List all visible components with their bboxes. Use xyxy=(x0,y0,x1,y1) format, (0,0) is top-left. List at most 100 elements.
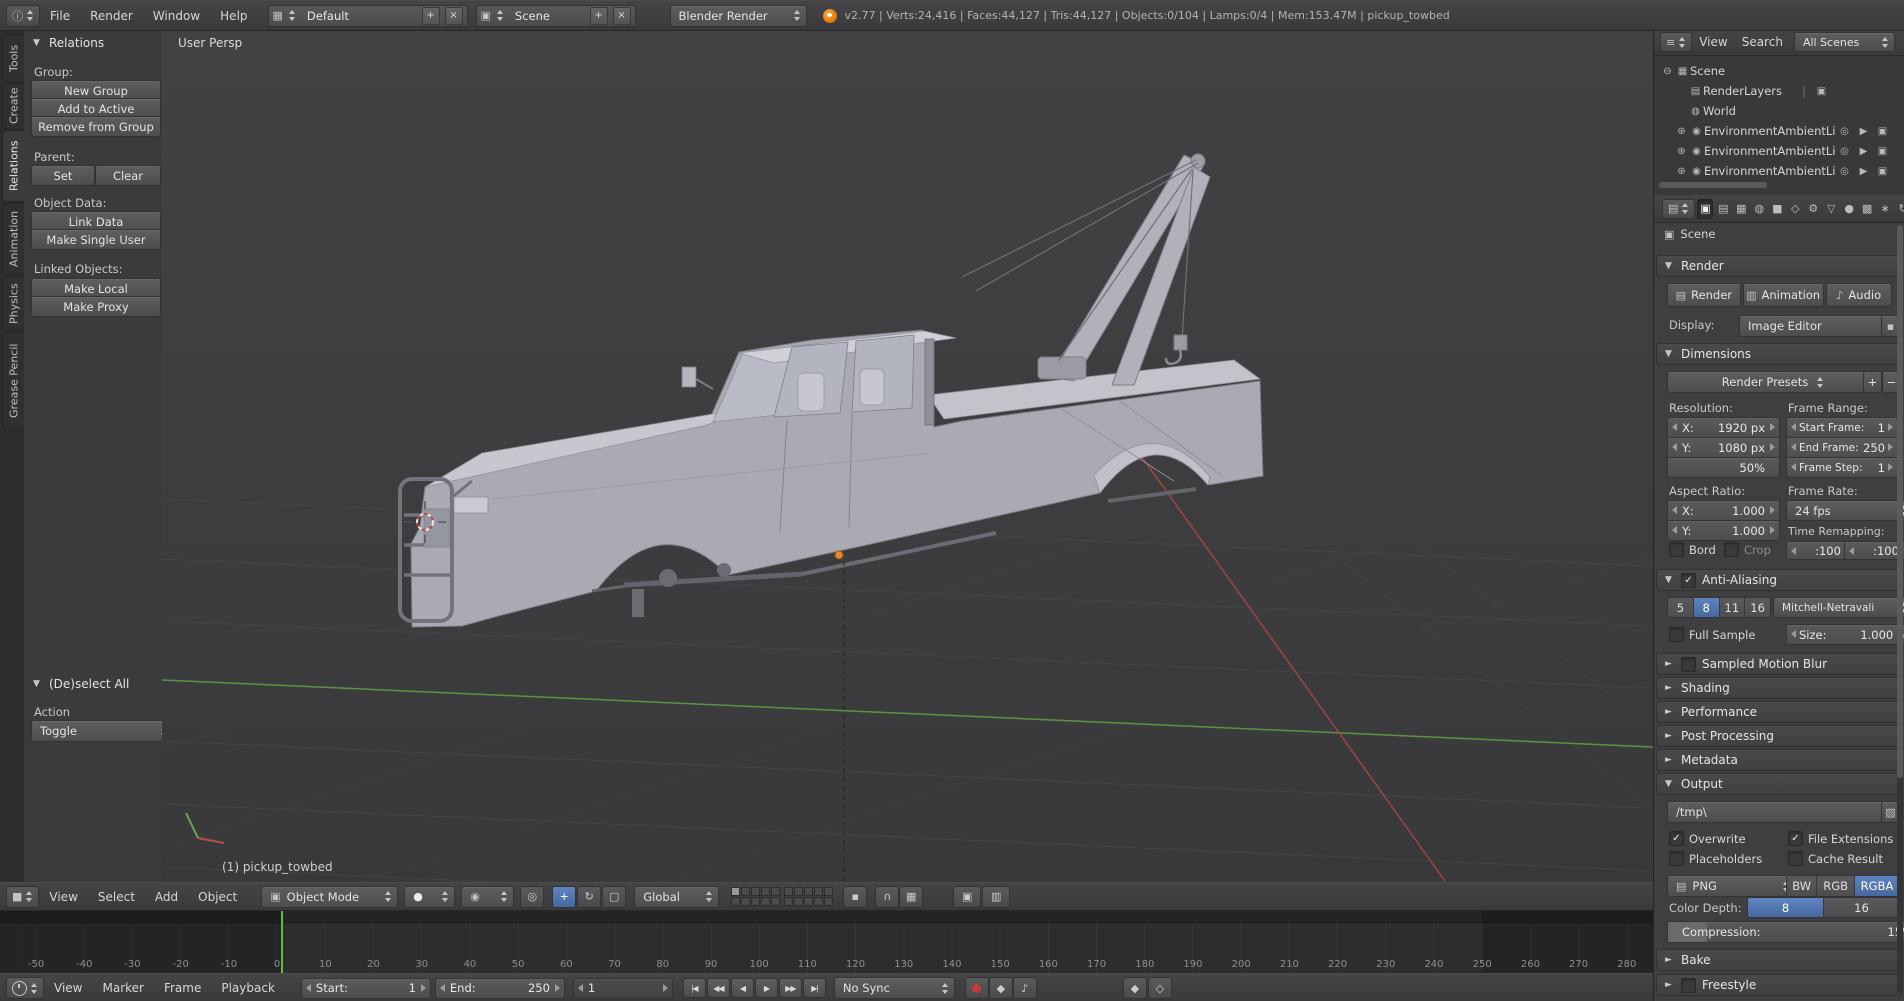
dimensions-panel-header[interactable]: ▼ Dimensions xyxy=(1656,343,1902,365)
aa-size-field[interactable]: Size: 1.000 px xyxy=(1786,624,1904,645)
outliner-row-environment-light[interactable]: ⊕ ◉ EnvironmentAmbientLi ◎ ▶ ▣ xyxy=(1654,142,1904,160)
output-panel-header[interactable]: ▼ Output xyxy=(1656,773,1902,795)
timeline-ruler[interactable]: -50-40-30-20-100102030405060708090100110… xyxy=(0,909,1653,973)
scene-selector[interactable]: ▣ Scene + × xyxy=(476,5,636,27)
freestyle-checkbox[interactable] xyxy=(1681,978,1696,993)
stepper-right-icon[interactable] xyxy=(555,984,560,992)
render-panel-header[interactable]: ▼ Render xyxy=(1656,255,1902,277)
menu-playback[interactable]: Playback xyxy=(211,981,285,995)
stepper-left-icon[interactable] xyxy=(1791,423,1796,431)
current-frame-playhead[interactable] xyxy=(281,909,283,973)
stepper-right-icon[interactable] xyxy=(1888,463,1893,471)
make-single-user-button[interactable]: Make Single User xyxy=(31,229,161,250)
layers-widget[interactable] xyxy=(731,887,833,906)
insert-keyframe-button[interactable]: ◆ xyxy=(1123,977,1147,999)
outliner-filter-dropdown[interactable]: All Scenes xyxy=(1794,32,1895,52)
layer-cell[interactable] xyxy=(794,887,803,896)
layer-cell[interactable] xyxy=(794,897,803,906)
menu-marker[interactable]: Marker xyxy=(92,981,153,995)
render-button[interactable]: ▤ Render xyxy=(1667,283,1741,307)
screen-layout-selector[interactable]: ▦ Default + × xyxy=(268,5,468,27)
layer-cell[interactable] xyxy=(761,887,770,896)
add-scene-button[interactable]: + xyxy=(590,7,608,25)
menu-window[interactable]: Window xyxy=(143,9,210,23)
menu-view[interactable]: View xyxy=(39,890,87,904)
render-audio-button[interactable]: ♪ Audio xyxy=(1826,283,1893,307)
layer-cell[interactable] xyxy=(784,897,793,906)
stepper-right-icon[interactable] xyxy=(1770,423,1775,431)
layer-cell[interactable] xyxy=(824,887,833,896)
tab-material[interactable]: ● xyxy=(1841,199,1857,219)
file-format-dropdown[interactable]: ▤ PNG xyxy=(1667,875,1796,897)
tab-create[interactable]: Create xyxy=(2,83,26,129)
tow-truck-model[interactable] xyxy=(400,154,1263,627)
playback-button[interactable]: ▶ xyxy=(755,978,778,998)
manipulator-scale-button[interactable]: ▢ xyxy=(602,886,626,908)
stepper-left-icon[interactable] xyxy=(440,984,445,992)
sync-audio-button[interactable]: ♪ xyxy=(1013,977,1037,999)
eye-icon[interactable]: ◎ xyxy=(1837,126,1852,137)
layer-cell[interactable] xyxy=(741,897,750,906)
selectable-icon[interactable]: ▶ xyxy=(1856,146,1871,157)
action-dropdown[interactable]: Toggle xyxy=(31,720,174,742)
stepper-left-icon[interactable] xyxy=(1672,443,1677,451)
antialiasing-checkbox[interactable]: ✓ xyxy=(1681,573,1696,588)
stepper-left-icon[interactable] xyxy=(1672,423,1677,431)
aa-samples-5[interactable]: 5 xyxy=(1668,598,1693,617)
playback-button[interactable]: |◀ xyxy=(683,978,706,998)
full-sample-checkbox[interactable]: Full Sample xyxy=(1669,627,1755,642)
menu-render[interactable]: Render xyxy=(80,9,143,23)
menu-object[interactable]: Object xyxy=(188,890,247,904)
stepper-left-icon[interactable] xyxy=(306,984,311,992)
frame-end-field[interactable]: End: 250 xyxy=(435,978,565,999)
tab-animation[interactable]: Animation xyxy=(2,203,26,275)
menu-view[interactable]: View xyxy=(1692,35,1734,49)
render-toggle-icon[interactable]: ▣ xyxy=(1875,126,1890,137)
compression-slider[interactable]: Compression: 15% xyxy=(1667,921,1904,943)
resolution-x-field[interactable]: X: 1920 px xyxy=(1667,417,1780,438)
add-layout-button[interactable]: + xyxy=(422,7,440,25)
tab-render[interactable]: ▣ xyxy=(1697,199,1713,219)
expand-icon[interactable]: ⊕ xyxy=(1674,166,1689,177)
menu-add[interactable]: Add xyxy=(145,890,188,904)
layer-cell[interactable] xyxy=(771,897,780,906)
tab-grease-pencil[interactable]: Grease Pencil xyxy=(2,332,26,429)
tab-particles[interactable]: ∗ xyxy=(1877,199,1893,219)
stepper-left-icon[interactable] xyxy=(1672,506,1677,514)
expand-icon[interactable]: ⊖ xyxy=(1660,66,1675,77)
aspect-y-field[interactable]: Y: 1.000 xyxy=(1667,520,1780,541)
tab-object[interactable]: ■ xyxy=(1769,199,1785,219)
render-animation-button[interactable]: ▥ Animation xyxy=(1743,283,1824,307)
mode-dropdown[interactable]: ▣ Object Mode xyxy=(261,886,398,908)
menu-help[interactable]: Help xyxy=(210,9,257,23)
layer-cell[interactable] xyxy=(731,897,740,906)
channel-rgba[interactable]: RGBA xyxy=(1854,876,1899,896)
outliner-row-world[interactable]: ◍ World xyxy=(1654,102,1904,120)
motion-blur-panel-header[interactable]: ► Sampled Motion Blur xyxy=(1656,653,1902,675)
stepper-left-icon[interactable] xyxy=(1791,443,1796,451)
render-presets-dropdown[interactable]: Render Presets xyxy=(1667,371,1876,393)
manipulator-rotate-button[interactable]: ↻ xyxy=(577,886,601,908)
stepper-left-icon[interactable] xyxy=(1849,547,1854,555)
viewport-shading-dropdown[interactable]: ● xyxy=(404,886,455,908)
outliner-row-renderlayers[interactable]: ▤ RenderLayers | ▣ xyxy=(1654,82,1904,100)
deselect-panel-header[interactable]: ▼ (De)select All xyxy=(27,674,159,693)
frame-step-field[interactable]: Frame Step: 1 xyxy=(1786,457,1898,478)
close-layout-button[interactable]: × xyxy=(445,7,463,25)
antialiasing-panel-header[interactable]: ▼ ✓ Anti-Aliasing xyxy=(1656,569,1902,591)
layer-cell[interactable] xyxy=(804,887,813,896)
stepper-left-icon[interactable] xyxy=(1791,547,1796,555)
editor-type-button[interactable] xyxy=(6,977,44,999)
manipulator-translate-button[interactable]: + xyxy=(552,886,576,908)
keying-set-button[interactable]: ◆ xyxy=(989,977,1013,999)
menu-file[interactable]: File xyxy=(40,9,80,23)
stepper-right-icon[interactable] xyxy=(1770,526,1775,534)
playback-button[interactable]: ▶| xyxy=(803,978,826,998)
stepper-right-icon[interactable] xyxy=(1770,506,1775,514)
menu-select[interactable]: Select xyxy=(88,890,145,904)
layer-cell[interactable] xyxy=(741,887,750,896)
editor-type-button[interactable]: ≡ xyxy=(1660,32,1692,52)
pivot-point-dropdown[interactable]: ◉ xyxy=(461,886,514,908)
stepper-right-icon[interactable] xyxy=(1888,423,1893,431)
scene-lock-toggle[interactable]: ▪ xyxy=(843,886,867,908)
